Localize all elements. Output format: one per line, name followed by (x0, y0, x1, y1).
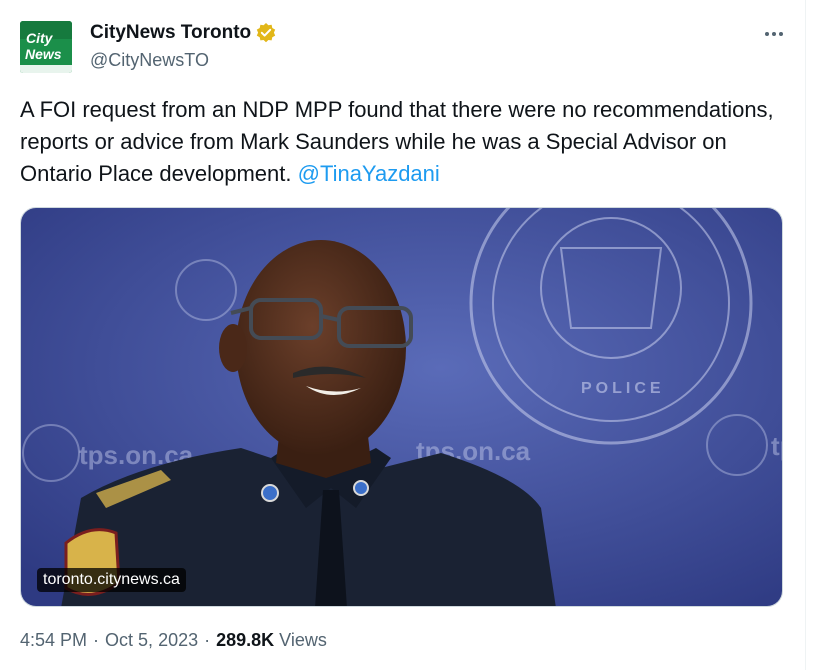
media-photo: POLICE tps.on.ca tps.on.ca tps.on.ca (21, 208, 783, 606)
link-domain-label[interactable]: toronto.citynews.ca (37, 568, 186, 592)
avatar[interactable]: City News (20, 21, 72, 73)
meta-separator-2: · (204, 630, 211, 650)
avatar-text-city: City (26, 30, 54, 46)
verified-badge-icon[interactable] (255, 22, 277, 44)
mention-link[interactable]: @TinaYazdani (298, 161, 440, 186)
tweet[interactable]: City News CityNews Toronto @CityNewsTO A… (0, 0, 822, 670)
author-handle[interactable]: @CityNewsTO (90, 50, 209, 71)
tweet-time[interactable]: 4:54 PM (20, 630, 87, 651)
tweet-meta: 4:54 PM · Oct 5, 2023 · 289.8K Views (20, 630, 327, 651)
backdrop-text-3: tps.on.ca (771, 431, 783, 461)
tweet-text: A FOI request from an NDP MPP found that… (20, 94, 790, 190)
meta-separator-1: · (93, 630, 100, 650)
more-horizontal-icon[interactable] (760, 22, 788, 46)
column-divider (805, 0, 806, 670)
author-display-name[interactable]: CityNews Toronto (90, 22, 251, 44)
tweet-date[interactable]: Oct 5, 2023 (105, 630, 198, 651)
avatar-text-news: News (25, 46, 62, 62)
views-count: 289.8K (216, 630, 275, 650)
seal-text: POLICE (581, 380, 665, 397)
author-name-row: CityNews Toronto (90, 22, 277, 44)
views-label: Views (279, 630, 327, 650)
tweet-media-image[interactable]: POLICE tps.on.ca tps.on.ca tps.on.ca (20, 207, 783, 607)
